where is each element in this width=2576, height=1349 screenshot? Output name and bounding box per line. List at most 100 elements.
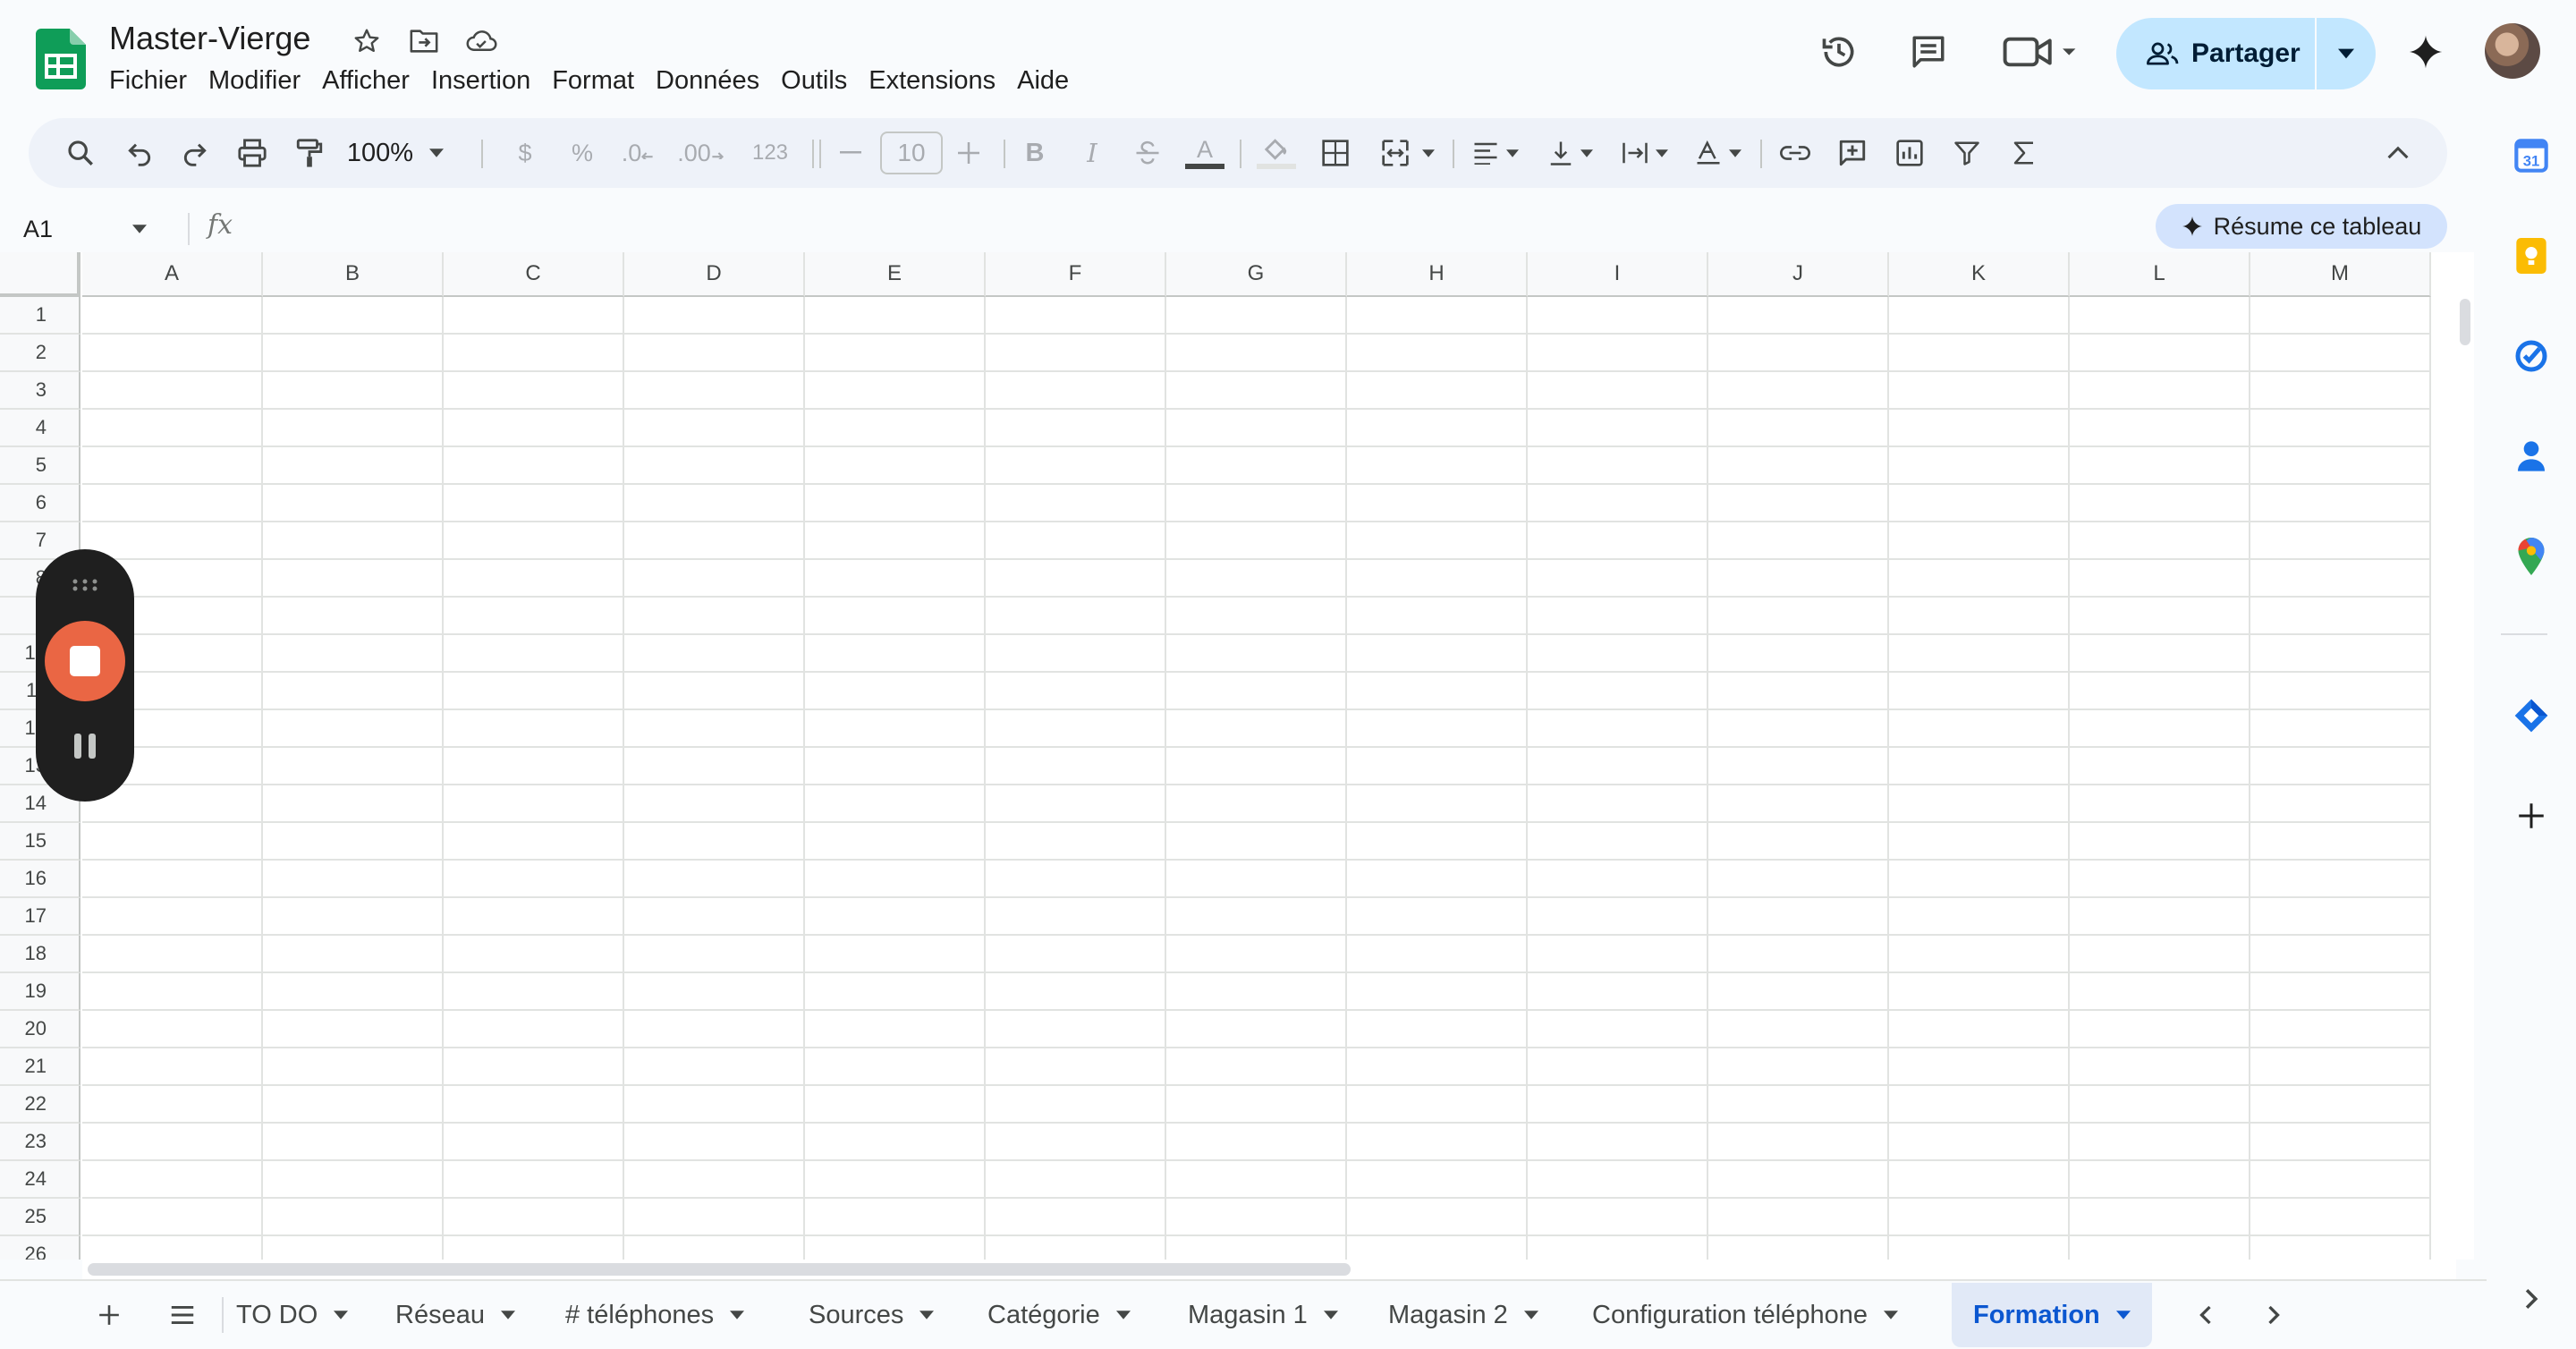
- all-sheets-menu-icon[interactable]: [165, 1283, 200, 1347]
- fill-color-icon[interactable]: [1249, 118, 1304, 188]
- pause-recording-icon[interactable]: [63, 726, 107, 766]
- row-header[interactable]: 25: [0, 1199, 80, 1236]
- row-header[interactable]: 17: [0, 898, 80, 936]
- row-header[interactable]: 24: [0, 1161, 80, 1199]
- row-header[interactable]: 16: [0, 861, 80, 898]
- column-header[interactable]: D: [624, 252, 805, 297]
- sheet-tab[interactable]: Sources: [809, 1283, 935, 1347]
- column-header[interactable]: E: [805, 252, 986, 297]
- undo-icon[interactable]: [114, 118, 165, 188]
- currency-format-button[interactable]: $: [503, 118, 547, 188]
- borders-icon[interactable]: [1309, 118, 1361, 188]
- vertical-align-icon[interactable]: [1538, 118, 1603, 188]
- horizontal-align-icon[interactable]: [1463, 118, 1528, 188]
- strikethrough-icon[interactable]: [1123, 118, 1172, 188]
- cloud-saved-icon[interactable]: [463, 23, 499, 59]
- row-header[interactable]: 15: [0, 823, 80, 861]
- merge-cells-icon[interactable]: [1370, 118, 1445, 188]
- row-header[interactable]: 22: [0, 1086, 80, 1124]
- row-header[interactable]: 21: [0, 1048, 80, 1086]
- text-rotation-icon[interactable]: [1685, 118, 1751, 188]
- font-size-field[interactable]: 10: [880, 118, 943, 188]
- column-header[interactable]: C: [444, 252, 624, 297]
- text-wrapping-icon[interactable]: [1612, 118, 1678, 188]
- row-header[interactable]: 3: [0, 372, 80, 410]
- insert-chart-icon[interactable]: [1884, 118, 1936, 188]
- menu-outils[interactable]: Outils: [770, 63, 858, 100]
- comments-icon[interactable]: [1903, 27, 1953, 77]
- stop-recording-button[interactable]: [45, 621, 125, 701]
- tasks-icon[interactable]: [2506, 331, 2556, 381]
- gemini-sparkle-icon[interactable]: [2401, 27, 2451, 77]
- column-header[interactable]: G: [1166, 252, 1347, 297]
- percent-format-button[interactable]: %: [560, 118, 605, 188]
- print-icon[interactable]: [227, 118, 277, 188]
- increase-decimal-button[interactable]: .00: [669, 118, 732, 188]
- paint-format-icon[interactable]: [284, 118, 335, 188]
- contacts-icon[interactable]: [2506, 431, 2556, 481]
- menu-donnees[interactable]: Données: [645, 63, 770, 100]
- column-header[interactable]: L: [2070, 252, 2250, 297]
- vertical-scrollbar[interactable]: [2456, 252, 2474, 1260]
- summarize-table-button[interactable]: Résume ce tableau: [2156, 204, 2447, 249]
- increase-font-size-button[interactable]: [945, 118, 993, 188]
- insert-comment-icon[interactable]: [1826, 118, 1878, 188]
- row-header[interactable]: 1: [0, 297, 80, 335]
- sheet-tab[interactable]: Catégorie: [987, 1283, 1131, 1347]
- zoom-select[interactable]: 100%: [342, 118, 449, 188]
- bold-button[interactable]: B: [1011, 118, 1059, 188]
- column-header[interactable]: H: [1347, 252, 1528, 297]
- expand-side-panel-icon[interactable]: [2506, 1274, 2556, 1324]
- sheet-tab[interactable]: Magasin 1: [1188, 1283, 1338, 1347]
- add-sheet-icon[interactable]: [93, 1283, 125, 1347]
- keep-notes-icon[interactable]: [2506, 231, 2556, 281]
- meet-video-icon[interactable]: [2000, 27, 2080, 77]
- row-header[interactable]: 18: [0, 936, 80, 973]
- italic-button[interactable]: I: [1068, 118, 1116, 188]
- get-addons-plus-icon[interactable]: [2506, 791, 2556, 841]
- share-dropdown-button[interactable]: [2317, 18, 2376, 89]
- share-button[interactable]: Partager: [2116, 18, 2376, 89]
- cell-area[interactable]: [82, 297, 2431, 1260]
- decrease-font-size-button[interactable]: [826, 118, 875, 188]
- column-header[interactable]: A: [82, 252, 263, 297]
- functions-sigma-icon[interactable]: [1998, 118, 2050, 188]
- user-avatar[interactable]: [2485, 23, 2540, 79]
- row-header[interactable]: 20: [0, 1011, 80, 1048]
- star-icon[interactable]: [349, 23, 385, 59]
- redo-icon[interactable]: [170, 118, 220, 188]
- decrease-decimal-button[interactable]: .0: [610, 118, 665, 188]
- move-folder-icon[interactable]: [406, 23, 442, 59]
- calendar-icon[interactable]: 31: [2506, 131, 2556, 181]
- column-header[interactable]: M: [2250, 252, 2431, 297]
- sheet-tab[interactable]: Configuration téléphone: [1592, 1283, 1898, 1347]
- maps-icon[interactable]: [2506, 531, 2556, 581]
- sheet-tab[interactable]: Réseau: [395, 1283, 515, 1347]
- scroll-tabs-left-icon[interactable]: [2188, 1283, 2224, 1347]
- row-header[interactable]: 23: [0, 1124, 80, 1161]
- sheet-tab-active[interactable]: Formation: [1952, 1283, 2152, 1347]
- menu-fichier[interactable]: Fichier: [98, 63, 198, 100]
- menu-afficher[interactable]: Afficher: [311, 63, 420, 100]
- number-format-button[interactable]: 123: [742, 118, 798, 188]
- collapse-toolbar-icon[interactable]: [2372, 118, 2424, 188]
- column-header[interactable]: F: [986, 252, 1166, 297]
- scroll-tabs-right-icon[interactable]: [2256, 1283, 2292, 1347]
- insert-link-icon[interactable]: [1769, 118, 1821, 188]
- filter-icon[interactable]: [1941, 118, 1993, 188]
- sheet-tab[interactable]: # téléphones: [565, 1283, 745, 1347]
- menu-extensions[interactable]: Extensions: [858, 63, 1006, 100]
- search-menus-icon[interactable]: [55, 118, 106, 188]
- menu-insertion[interactable]: Insertion: [420, 63, 541, 100]
- row-header[interactable]: 6: [0, 485, 80, 522]
- addon-diamond-icon[interactable]: [2506, 691, 2556, 741]
- horizontal-scroll-thumb[interactable]: [88, 1263, 1351, 1276]
- select-all-corner[interactable]: [0, 252, 80, 297]
- document-title[interactable]: Master-Vierge: [109, 20, 310, 57]
- column-header[interactable]: I: [1528, 252, 1708, 297]
- vertical-scroll-thumb[interactable]: [2460, 299, 2470, 345]
- share-main-button[interactable]: Partager: [2116, 18, 2315, 89]
- text-color-button[interactable]: A: [1179, 118, 1231, 188]
- menu-modifier[interactable]: Modifier: [198, 63, 311, 100]
- name-box[interactable]: A1: [23, 211, 157, 247]
